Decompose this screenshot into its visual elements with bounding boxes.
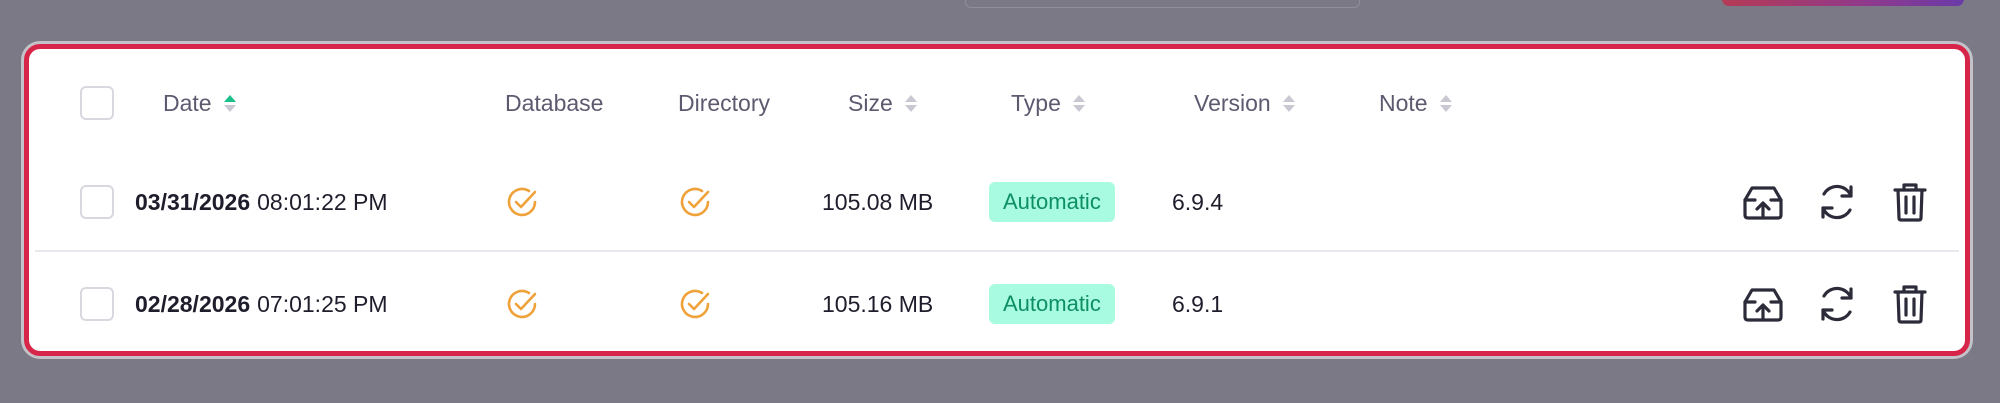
backup-size: 105.08 MB (822, 188, 934, 215)
check-circle-icon (507, 289, 537, 319)
delete-button[interactable] (1886, 178, 1934, 226)
sort-icon[interactable] (904, 94, 917, 112)
backup-time: 08:01:22 PM (257, 188, 388, 215)
refresh-action (1813, 254, 1861, 354)
delete-button[interactable] (1886, 280, 1934, 328)
delete-action (1886, 152, 1934, 252)
sort-icon[interactable] (1072, 94, 1085, 112)
sort-icon[interactable] (1282, 94, 1295, 112)
row-checkbox[interactable] (80, 185, 114, 219)
column-header-size-label: Size (848, 89, 893, 116)
version-cell: 6.9.1 (1172, 254, 1223, 354)
type-badge: Automatic (989, 182, 1115, 222)
row-checkbox[interactable] (80, 287, 114, 321)
backup-date: 02/28/2026 (135, 290, 251, 317)
size-cell: 105.08 MB (822, 152, 933, 252)
background-search-input (965, 0, 1360, 8)
trash-icon (1893, 285, 1927, 324)
column-header-version[interactable]: Version (1194, 49, 1295, 157)
column-header-note-label: Note (1379, 89, 1428, 116)
sort-icon[interactable] (223, 94, 236, 112)
backup-version: 6.9.1 (1172, 290, 1224, 317)
sort-icon[interactable] (1439, 94, 1452, 112)
trash-icon (1893, 183, 1927, 222)
check-circle-icon (680, 187, 710, 217)
column-header-note[interactable]: Note (1379, 49, 1452, 157)
backup-size: 105.16 MB (822, 290, 934, 317)
select-all-cell (80, 49, 114, 157)
row-select-cell (80, 152, 114, 252)
row-divider (35, 250, 1959, 252)
table-row: 03/31/2026 08:01:22 PM 105.08 MB Automat… (29, 152, 1965, 252)
refresh-button[interactable] (1813, 178, 1861, 226)
column-header-date[interactable]: Date (163, 49, 236, 157)
restore-icon (1743, 288, 1783, 322)
size-cell: 105.16 MB (822, 254, 933, 354)
directory-cell (678, 152, 712, 252)
column-header-date-label: Date (163, 89, 212, 116)
check-circle-icon (507, 187, 537, 217)
column-header-directory: Directory (678, 49, 770, 157)
type-badge: Automatic (989, 284, 1115, 324)
delete-action (1886, 254, 1934, 354)
row-select-cell (80, 254, 114, 354)
refresh-icon (1821, 286, 1853, 322)
restore-icon (1743, 186, 1783, 220)
backup-time: 07:01:25 PM (257, 290, 388, 317)
column-header-size[interactable]: Size (848, 49, 917, 157)
table-header: Date Database Directory Size Type Versio… (29, 49, 1965, 157)
type-cell: Automatic (989, 152, 1115, 252)
refresh-action (1813, 152, 1861, 252)
column-header-version-label: Version (1194, 89, 1271, 116)
column-header-directory-label: Directory (678, 89, 771, 116)
date-cell: 02/28/2026 07:01:25 PM (135, 254, 388, 354)
type-cell: Automatic (989, 254, 1115, 354)
backup-version: 6.9.4 (1172, 188, 1224, 215)
restore-button[interactable] (1739, 178, 1787, 226)
refresh-icon (1821, 184, 1853, 220)
column-header-type[interactable]: Type (1011, 49, 1085, 157)
restore-button[interactable] (1739, 280, 1787, 328)
refresh-button[interactable] (1813, 280, 1861, 328)
background-primary-button (1722, 0, 1964, 6)
select-all-checkbox[interactable] (80, 86, 114, 120)
backups-table: Date Database Directory Size Type Versio… (24, 44, 1970, 356)
database-cell (505, 152, 539, 252)
restore-action (1739, 152, 1787, 252)
table-row: 02/28/2026 07:01:25 PM 105.16 MB Automat… (29, 254, 1965, 354)
database-cell (505, 254, 539, 354)
date-cell: 03/31/2026 08:01:22 PM (135, 152, 388, 252)
backup-date: 03/31/2026 (135, 188, 251, 215)
directory-cell (678, 254, 712, 354)
check-circle-icon (680, 289, 710, 319)
column-header-database: Database (505, 49, 603, 157)
column-header-type-label: Type (1011, 89, 1061, 116)
restore-action (1739, 254, 1787, 354)
version-cell: 6.9.4 (1172, 152, 1223, 252)
column-header-database-label: Database (505, 89, 604, 116)
